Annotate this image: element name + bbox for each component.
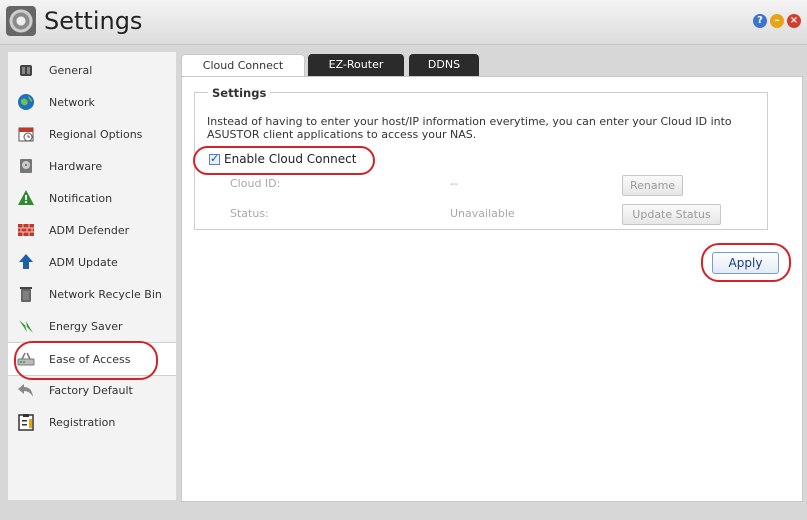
hard-drive-icon (20, 159, 32, 173)
settings-legend: Settings (208, 86, 271, 100)
trash-can-icon (20, 287, 32, 302)
calendar-clock-icon (18, 127, 34, 142)
sidebar-item-label: Registration (49, 416, 116, 429)
update-status-button[interactable]: Update Status (622, 204, 721, 225)
tab-ddns[interactable]: DDNS (409, 54, 479, 76)
undo-arrow-icon (18, 384, 33, 397)
sidebar-item-regional-options[interactable]: Regional Options (8, 118, 176, 150)
network-globe-icon (18, 94, 34, 110)
up-arrow-icon (19, 254, 33, 269)
highlight-apply (701, 243, 791, 282)
tab-ez-router[interactable]: EZ-Router (308, 54, 404, 76)
sidebar-item-notification[interactable]: Notification (8, 182, 176, 214)
sidebar-item-energy-saver[interactable]: Energy Saver (8, 310, 176, 342)
warning-triangle-icon (18, 190, 34, 205)
sidebar-item-label: Hardware (49, 160, 103, 173)
settings-gear-icon (6, 6, 36, 36)
sidebar-item-label: ADM Defender (49, 224, 130, 237)
sidebar-item-label: Notification (49, 192, 113, 205)
sidebar-item-label: Factory Default (49, 384, 133, 397)
close-button[interactable]: × (787, 14, 801, 28)
sidebar-item-network-recycle-bin[interactable]: Network Recycle Bin (8, 278, 176, 310)
title-bar: Settings ? – × (0, 0, 807, 45)
cloud-id-label: Cloud ID: (230, 177, 281, 190)
sidebar: General Network Regional Options Hardwar… (8, 52, 176, 500)
leaf-icon (19, 320, 33, 333)
firewall-brick-icon (18, 224, 34, 236)
window-title: Settings (44, 7, 143, 35)
sidebar-item-general[interactable]: General (8, 54, 176, 86)
status-label: Status: (230, 207, 269, 220)
status-value: Unavailable (450, 207, 515, 220)
general-icon (20, 65, 32, 76)
highlight-enable-cloud-connect (193, 146, 375, 175)
rename-button[interactable]: Rename (622, 175, 683, 196)
sidebar-item-label: General (49, 64, 93, 77)
sidebar-item-network[interactable]: Network (8, 86, 176, 118)
highlight-ease-of-access (14, 341, 158, 380)
help-button[interactable]: ? (753, 14, 767, 28)
sidebar-item-registration[interactable]: Registration (8, 406, 176, 438)
cloud-id-value: -- (450, 177, 458, 190)
tab-cloud-connect[interactable]: Cloud Connect (181, 54, 305, 78)
sidebar-item-label: Network (49, 96, 95, 109)
sidebar-item-adm-update[interactable]: ADM Update (8, 246, 176, 278)
sidebar-item-hardware[interactable]: Hardware (8, 150, 176, 182)
sidebar-item-label: Regional Options (49, 128, 143, 141)
sidebar-item-label: Network Recycle Bin (49, 288, 162, 301)
cloud-connect-description: Instead of having to enter your host/IP … (207, 115, 732, 141)
sidebar-item-label: ADM Update (49, 256, 118, 269)
sidebar-item-label: Energy Saver (49, 320, 123, 333)
clipboard-icon (18, 414, 34, 431)
sidebar-item-adm-defender[interactable]: ADM Defender (8, 214, 176, 246)
minimize-button[interactable]: – (770, 14, 784, 28)
